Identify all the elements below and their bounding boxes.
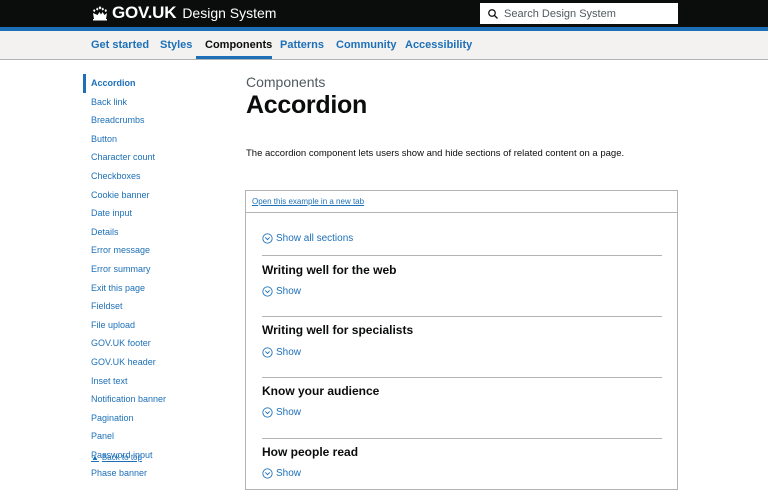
chevron-down-icon bbox=[262, 347, 273, 358]
nav-community[interactable]: Community bbox=[336, 39, 397, 51]
accordion-divider bbox=[262, 377, 662, 378]
accordion-section-toggle[interactable]: Show bbox=[262, 407, 301, 418]
search-input[interactable] bbox=[504, 8, 674, 20]
sidebar-item-error-summary[interactable]: Error summary bbox=[83, 260, 223, 279]
search-box[interactable] bbox=[480, 3, 678, 24]
nav-styles[interactable]: Styles bbox=[160, 39, 192, 51]
sidebar-item-panel[interactable]: Panel bbox=[83, 427, 223, 446]
accordion-divider bbox=[262, 438, 662, 439]
toggle-label: Show bbox=[276, 407, 301, 418]
page-caption: Components bbox=[246, 74, 367, 90]
sidebar-item-back-link[interactable]: Back link bbox=[83, 93, 223, 112]
accordion-divider bbox=[262, 316, 662, 317]
open-example-link[interactable]: Open this example in a new tab bbox=[252, 197, 364, 206]
sidebar-item-checkboxes[interactable]: Checkboxes bbox=[83, 167, 223, 186]
nav-components[interactable]: Components bbox=[205, 39, 272, 51]
nav-get-started[interactable]: Get started bbox=[91, 39, 149, 51]
sidebar-item-notification-banner[interactable]: Notification banner bbox=[83, 390, 223, 409]
sidebar-item-pagination[interactable]: Pagination bbox=[83, 409, 223, 428]
nav-patterns[interactable]: Patterns bbox=[280, 39, 324, 51]
chevron-down-icon bbox=[262, 286, 273, 297]
accordion-section-heading[interactable]: Writing well for the web bbox=[262, 263, 396, 277]
sidebar-item-breadcrumbs[interactable]: Breadcrumbs bbox=[83, 111, 223, 130]
show-all-sections-button[interactable]: Show all sections bbox=[262, 233, 353, 244]
chevron-down-icon bbox=[262, 233, 273, 244]
toggle-label: Show bbox=[276, 286, 301, 297]
page-description: The accordion component lets users show … bbox=[246, 147, 626, 161]
sidebar-item-fieldset[interactable]: Fieldset bbox=[83, 297, 223, 316]
accordion-section-heading[interactable]: Writing well for specialists bbox=[262, 323, 413, 337]
sidebar-nav: Accordion Back link Breadcrumbs Button C… bbox=[83, 74, 223, 483]
chevron-down-icon bbox=[262, 407, 273, 418]
toggle-label: Show bbox=[276, 468, 301, 479]
main-content: Components Accordion bbox=[246, 74, 367, 120]
govuk-logo-link[interactable]: GOV.UK Design System bbox=[91, 3, 276, 23]
sidebar-item-exit-this-page[interactable]: Exit this page bbox=[83, 279, 223, 298]
back-to-top-label: Back to top bbox=[102, 453, 142, 462]
sidebar-item-date-input[interactable]: Date input bbox=[83, 204, 223, 223]
sidebar-item-inset-text[interactable]: Inset text bbox=[83, 372, 223, 391]
sidebar-item-cookie-banner[interactable]: Cookie banner bbox=[83, 186, 223, 205]
logo-text: GOV.UK bbox=[112, 3, 176, 23]
sidebar-item-character-count[interactable]: Character count bbox=[83, 148, 223, 167]
sidebar-item-details[interactable]: Details bbox=[83, 223, 223, 242]
arrow-up-icon: ▲ bbox=[91, 453, 99, 462]
site-header: GOV.UK Design System bbox=[0, 0, 768, 27]
sidebar-item-file-upload[interactable]: File upload bbox=[83, 316, 223, 335]
search-icon bbox=[487, 8, 499, 20]
show-all-label: Show all sections bbox=[276, 233, 353, 244]
accordion-divider bbox=[262, 255, 662, 256]
sidebar-item-button[interactable]: Button bbox=[83, 130, 223, 149]
crown-icon bbox=[91, 5, 109, 21]
accordion-section-toggle[interactable]: Show bbox=[262, 347, 301, 358]
page-title: Accordion bbox=[246, 91, 367, 120]
sidebar-item-govuk-header[interactable]: GOV.UK header bbox=[83, 353, 223, 372]
sidebar-item-accordion[interactable]: Accordion bbox=[83, 74, 223, 93]
accordion-section-heading[interactable]: Know your audience bbox=[262, 384, 379, 398]
service-name: Design System bbox=[182, 5, 276, 21]
chevron-down-icon bbox=[262, 468, 273, 479]
sidebar-item-phase-banner[interactable]: Phase banner bbox=[83, 464, 223, 483]
back-to-top-link[interactable]: ▲Back to top bbox=[91, 452, 145, 462]
accordion-section-heading[interactable]: How people read bbox=[262, 445, 358, 459]
example-toolbar: Open this example in a new tab bbox=[246, 191, 677, 213]
accordion-section-toggle[interactable]: Show bbox=[262, 468, 301, 479]
nav-active-indicator bbox=[196, 56, 272, 59]
accordion-section-toggle[interactable]: Show bbox=[262, 286, 301, 297]
sidebar-item-govuk-footer[interactable]: GOV.UK footer bbox=[83, 334, 223, 353]
example-frame: Open this example in a new tab Show all … bbox=[245, 190, 678, 490]
toggle-label: Show bbox=[276, 347, 301, 358]
main-navigation: Get started Styles Components Patterns C… bbox=[0, 31, 768, 60]
sidebar-item-error-message[interactable]: Error message bbox=[83, 241, 223, 260]
nav-accessibility[interactable]: Accessibility bbox=[405, 39, 472, 51]
